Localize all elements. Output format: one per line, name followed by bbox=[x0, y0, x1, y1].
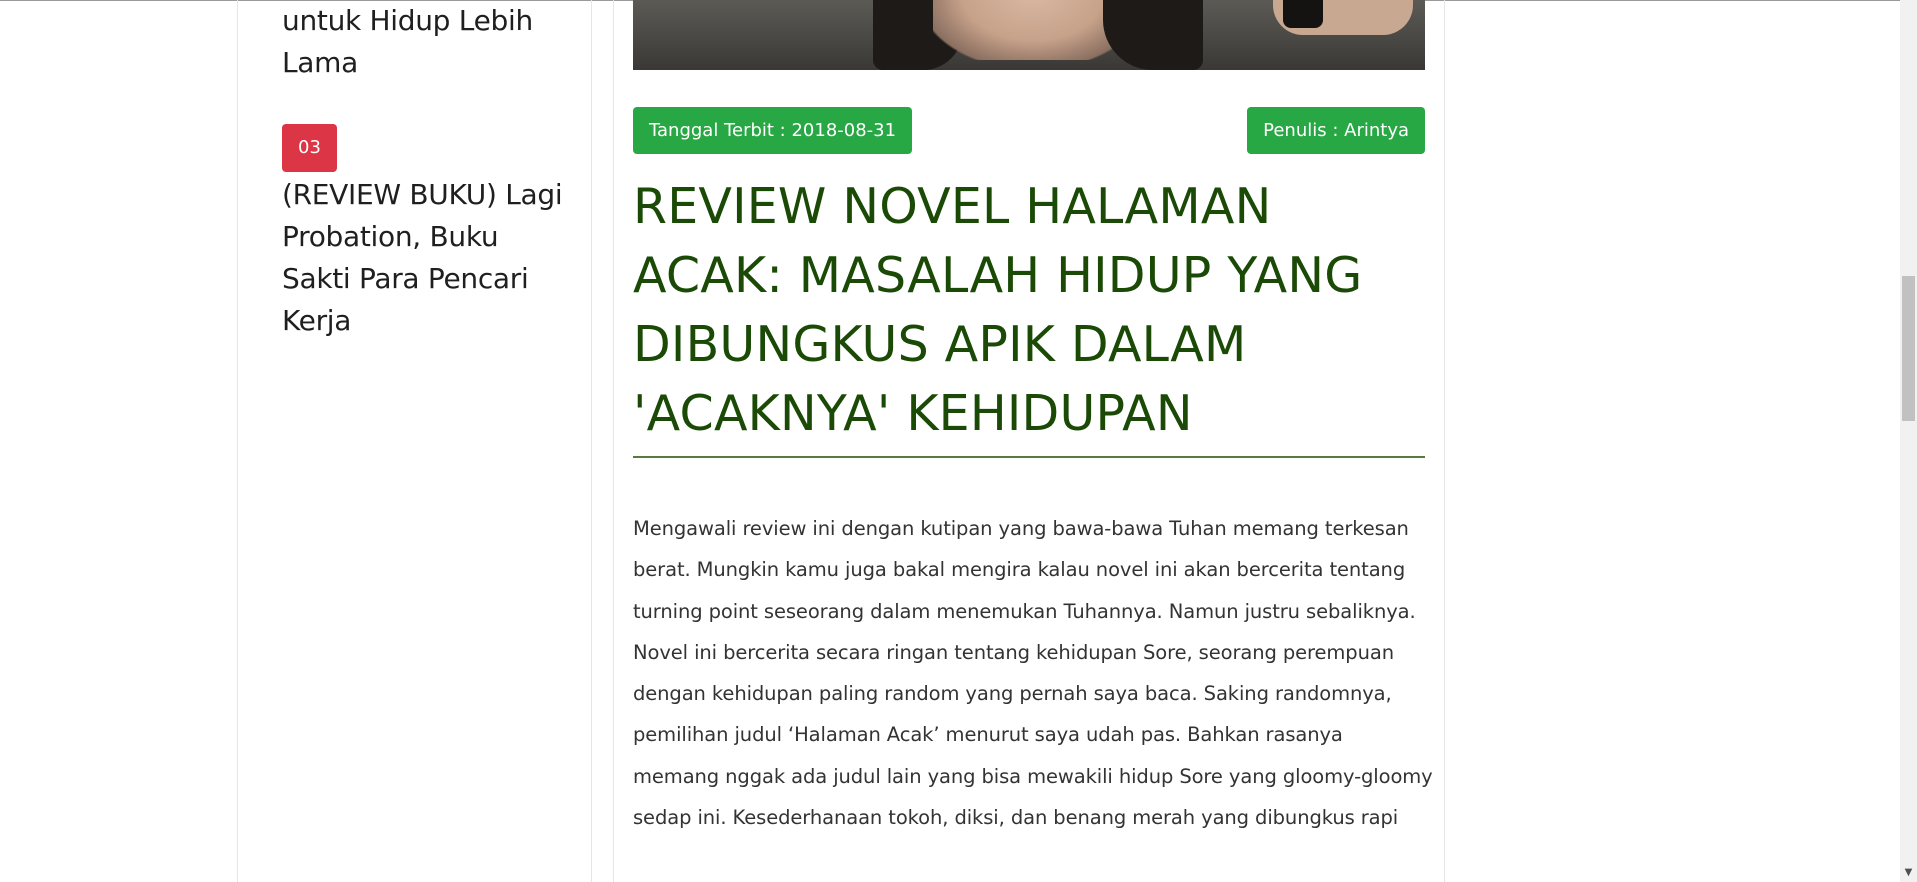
publish-date-badge: Tanggal Terbit : 2018-08-31 bbox=[633, 107, 913, 154]
article-body: Mengawali review ini dengan kutipan yang… bbox=[633, 517, 1433, 830]
sidebar-prev-item-line1: untuk Hidup Lebih bbox=[282, 4, 533, 37]
sidebar-prev-item-line2: Lama bbox=[282, 46, 358, 79]
article-container: Tanggal Terbit : 2018-08-31 Penulis : Ar… bbox=[613, 0, 1445, 882]
sidebar-prev-item-link[interactable]: untuk Hidup Lebih Lama bbox=[282, 0, 572, 84]
page-scrollbar[interactable]: ▼ bbox=[1900, 0, 1917, 882]
rank-badge: 03 bbox=[282, 124, 337, 172]
scroll-down-arrow-icon[interactable]: ▼ bbox=[1900, 866, 1917, 880]
article-title: REVIEW NOVEL HALAMAN ACAK: MASALAH HIDUP… bbox=[633, 178, 1363, 442]
sidebar-item-link[interactable]: (REVIEW BUKU) Lagi Probation, Buku Sakti… bbox=[282, 174, 572, 342]
article-hero-image bbox=[633, 0, 1425, 70]
scrollbar-thumb[interactable] bbox=[1902, 276, 1915, 421]
sidebar-popular-posts: untuk Hidup Lebih Lama 03 (REVIEW BUKU) … bbox=[237, 0, 592, 882]
author-badge: Penulis : Arintya bbox=[1247, 107, 1425, 154]
title-divider bbox=[633, 456, 1425, 458]
